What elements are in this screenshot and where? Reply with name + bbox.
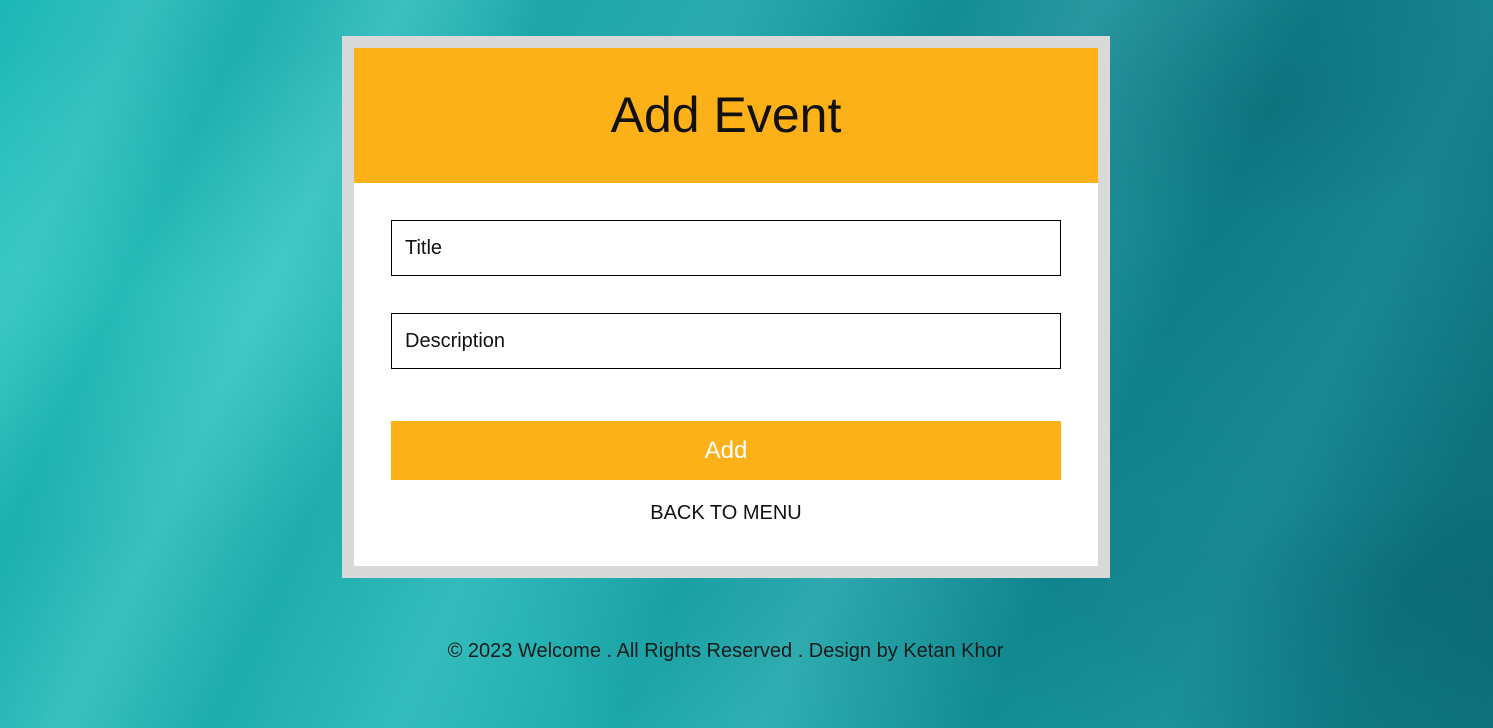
back-to-menu-link[interactable]: BACK TO MENU [354, 502, 1098, 525]
add-button[interactable]: Add [391, 421, 1061, 480]
title-input[interactable] [391, 220, 1061, 276]
event-card-frame: Add Event Add BACK TO MENU [342, 36, 1110, 578]
event-card: Add Event Add BACK TO MENU [354, 48, 1098, 566]
card-header: Add Event [354, 48, 1098, 183]
page-title: Add Event [610, 86, 842, 143]
description-input[interactable] [391, 313, 1061, 369]
footer-copyright: © 2023 Welcome . All Rights Reserved . D… [447, 640, 1004, 662]
